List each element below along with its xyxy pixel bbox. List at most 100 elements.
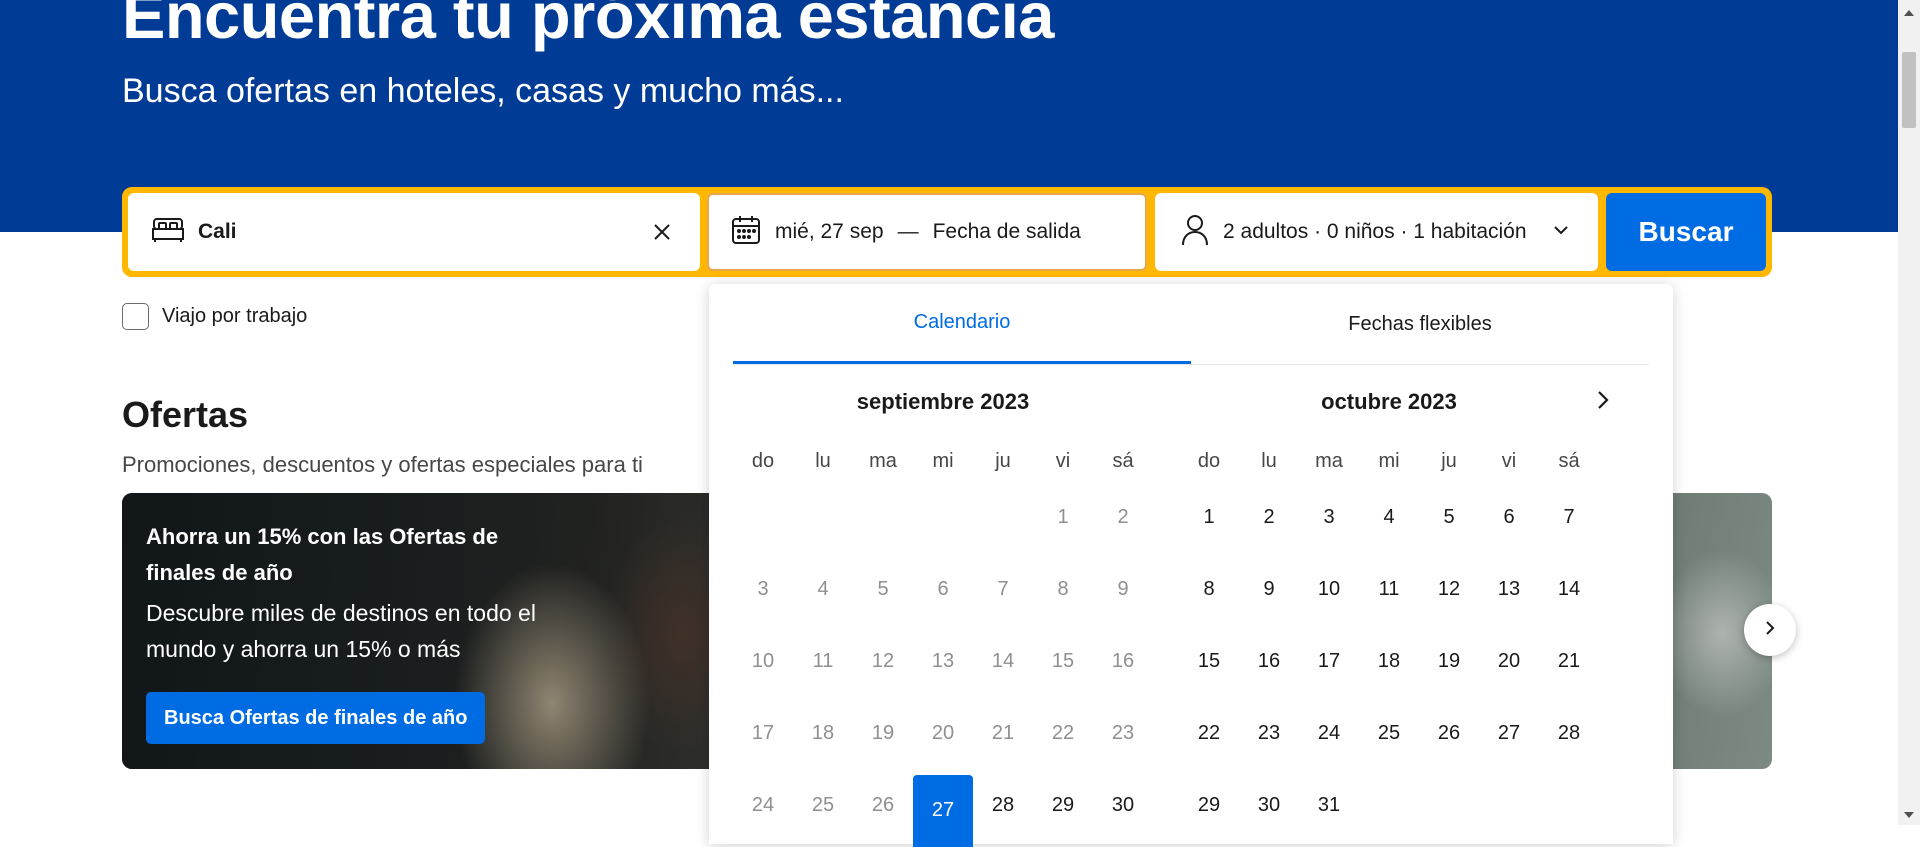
calendar-day: 21 [991,721,1015,744]
tab-flexible-dates[interactable]: Fechas flexibles [1191,284,1649,364]
tab-calendar[interactable]: Calendario [733,284,1191,364]
calendar-day: 17 [751,721,775,744]
scroll-up-icon[interactable] [1903,4,1915,22]
empty-day-cell [793,487,853,559]
calendar-day: 24 [751,793,775,816]
bed-icon [152,217,184,248]
calendar-day[interactable]: 28 [1539,703,1599,763]
calendar-day[interactable]: 12 [1419,559,1479,619]
month-september: septiembre 2023 do lu ma mi ju vi sá 123… [733,384,1153,847]
checkout-date[interactable]: Fecha de salida [933,220,1081,244]
offer-card-title: Ahorra un 15% con las Ofertas de finales… [146,524,499,585]
month-title: octubre 2023 [1321,389,1457,414]
destination-input[interactable]: Cali [198,220,237,244]
datepicker-tabs: Calendario Fechas flexibles [733,284,1649,365]
offer-card-button[interactable]: Busca Ofertas de finales de año [146,692,486,744]
weekday-label: lu [815,450,831,472]
calendar-day[interactable]: 7 [1539,487,1599,547]
next-month-button[interactable] [1585,384,1621,420]
calendar-day[interactable]: 4 [1359,487,1419,547]
calendar-day[interactable]: 19 [1419,631,1479,691]
scroll-down-icon[interactable] [1903,806,1915,824]
calendar-day: 7 [997,577,1009,600]
calendar-day[interactable]: 16 [1239,631,1299,691]
weekday-label: lu [1261,450,1277,472]
calendar-day[interactable]: 20 [1479,631,1539,691]
calendar-day[interactable]: 2 [1239,487,1299,547]
empty-day-cell [853,487,913,559]
weekday-label: mi [1378,450,1400,472]
calendar-day[interactable]: 25 [1359,703,1419,763]
weekday-label: do [1197,450,1221,472]
calendar-day: 12 [871,649,895,672]
calendar-day[interactable]: 30 [1093,775,1153,835]
calendar-day[interactable]: 31 [1299,775,1359,835]
weekday-label: vi [1501,450,1517,472]
calendar-day[interactable]: 11 [1359,559,1419,619]
calendar-day[interactable]: 21 [1539,631,1599,691]
calendar-day: 11 [812,649,834,672]
weekday-label: sá [1112,450,1134,472]
calendar-day: 5 [877,577,889,600]
scrollbar-thumb[interactable] [1902,52,1916,128]
weekday-label: vi [1055,450,1071,472]
calendar-day[interactable]: 29 [1179,775,1239,835]
empty-day-cell [973,487,1033,559]
calendar-day: 2 [1117,505,1129,528]
close-icon[interactable] [648,218,676,246]
calendar-day[interactable]: 1 [1179,487,1239,547]
occupancy-field[interactable]: 2 adultos · 0 niños · 1 habitación [1155,193,1598,271]
calendar-day[interactable]: 24 [1299,703,1359,763]
page-scrollbar[interactable] [1898,0,1920,825]
calendar-day[interactable]: 29 [1033,775,1093,835]
calendar-day[interactable]: 6 [1479,487,1539,547]
offer-card-description: Descubre miles de destinos en todo el mu… [146,600,536,662]
chevron-down-icon[interactable] [1552,221,1570,244]
weekday-header: do lu ma mi ju vi sá [733,450,1153,473]
calendar-day: 10 [751,649,775,672]
calendar-day[interactable]: 23 [1239,703,1299,763]
page-subtitle: Busca ofertas en hoteles, casas y mucho … [122,72,844,110]
weekday-label: do [751,450,775,472]
calendar-icon [731,215,761,250]
calendar-day[interactable]: 26 [1419,703,1479,763]
calendar-day: 3 [757,577,769,600]
work-trip-checkbox[interactable] [122,303,149,330]
month-title: septiembre 2023 [856,389,1030,414]
calendar-day: 1 [1057,505,1069,528]
calendar-day-selected[interactable]: 27 [913,775,973,847]
calendar-day[interactable]: 14 [1539,559,1599,619]
date-field[interactable]: mié, 27 sep — Fecha de salida [707,193,1147,271]
checkin-date[interactable]: mié, 27 sep [775,220,884,244]
search-bar: Cali mié, 27 sep — Fecha de salida 2 adu… [122,187,1772,277]
calendar-day: 20 [931,721,955,744]
weekday-label: ju [1441,450,1457,472]
weekday-label: mi [932,450,954,472]
calendar-day[interactable]: 5 [1419,487,1479,547]
search-button[interactable]: Buscar [1606,193,1766,271]
calendar-day[interactable]: 13 [1479,559,1539,619]
calendar-day: 23 [1111,721,1135,744]
calendar-day[interactable]: 10 [1299,559,1359,619]
calendar-day[interactable]: 9 [1239,559,1299,619]
calendar-day[interactable]: 30 [1239,775,1299,835]
calendar-day[interactable]: 27 [1479,703,1539,763]
carousel-next-button[interactable] [1744,604,1796,656]
weekday-label: ma [1315,450,1343,472]
work-trip-option[interactable]: Viajo por trabajo [122,303,307,330]
calendar-day[interactable]: 8 [1179,559,1239,619]
chevron-right-icon [1595,390,1611,415]
empty-day-cell [913,487,973,559]
calendar-day[interactable]: 3 [1299,487,1359,547]
calendar-day[interactable]: 22 [1179,703,1239,763]
occupancy-summary[interactable]: 2 adultos · 0 niños · 1 habitación [1223,220,1527,244]
person-icon [1181,214,1209,251]
calendar-day[interactable]: 15 [1179,631,1239,691]
calendar-day[interactable]: 17 [1299,631,1359,691]
weekday-label: ma [869,450,897,472]
weekday-label: ju [995,450,1011,472]
calendar-day[interactable]: 28 [973,775,1033,835]
destination-field[interactable]: Cali [128,193,700,271]
page-title: Encuentra tu próxima estancia [122,0,1054,52]
calendar-day[interactable]: 18 [1359,631,1419,691]
